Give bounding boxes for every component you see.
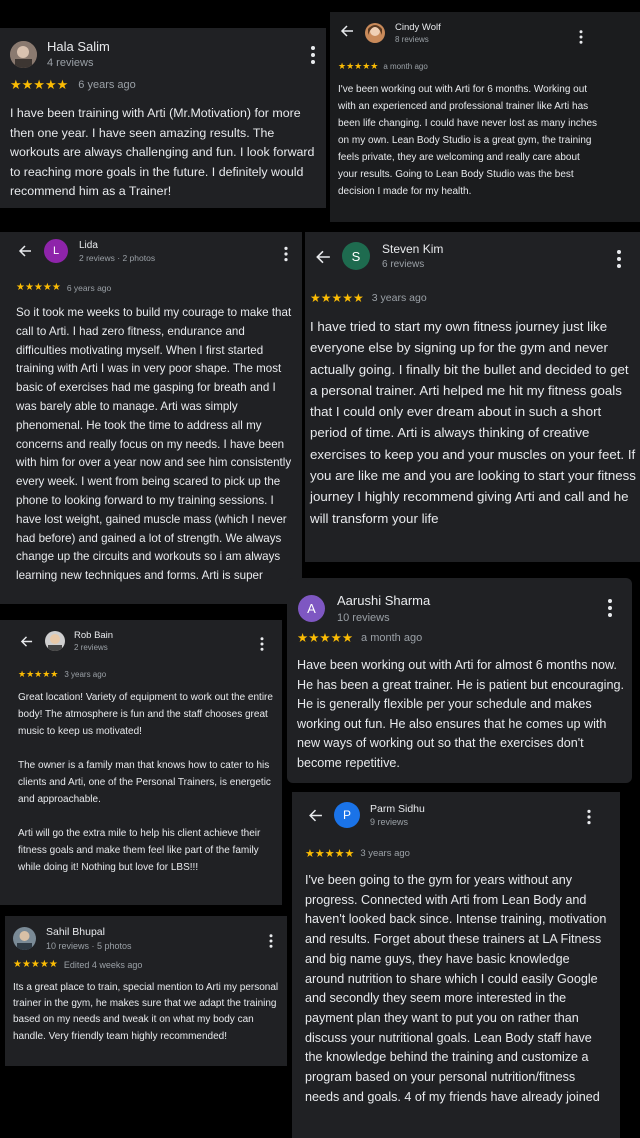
star-rating: ★★★★★ (338, 61, 379, 71)
review-text: I have been training with Arti (Mr.Motiv… (10, 106, 318, 198)
arrow-left-icon[interactable] (315, 249, 331, 270)
avatar (365, 23, 385, 43)
reviewer-meta: 4 reviews (47, 57, 94, 69)
more-vert-icon[interactable] (284, 246, 289, 262)
review-card-rob: Rob Bain 2 reviews ★★★★★ 3 years ago Gre… (0, 620, 282, 905)
reviewer-name[interactable]: Cindy Wolf (395, 22, 441, 33)
review-time: 3 years ago (64, 670, 107, 679)
reviewer-meta: 2 reviews · 2 photos (79, 252, 156, 263)
more-vert-icon[interactable] (260, 637, 265, 651)
avatar: S (342, 242, 370, 270)
review-time: a month ago (361, 631, 423, 644)
arrow-left-icon[interactable] (340, 24, 354, 43)
reviewer-name[interactable]: Lida (79, 240, 155, 251)
reviewer-name[interactable]: Rob Bain (74, 630, 113, 641)
review-card-sahil: Sahil Bhupal 10 reviews · 5 photos ★★★★★… (5, 916, 287, 1066)
review-time: 6 years ago (66, 282, 112, 293)
avatar (13, 927, 36, 950)
review-text: I have tried to start my own fitness jou… (310, 319, 640, 526)
more-vert-icon[interactable] (616, 250, 622, 268)
review-text: So it took me weeks to build my courage … (16, 306, 295, 583)
star-rating: ★★★★★ (18, 669, 59, 679)
avatar: L (44, 239, 68, 263)
review-text: I've been going to the gym for years wit… (305, 873, 610, 1104)
reviewer-name[interactable]: Parm Sidhu (370, 803, 425, 815)
avatar (45, 631, 65, 651)
reviewer-name[interactable]: Aarushi Sharma (337, 593, 430, 608)
reviewer-name[interactable]: Steven Kim (382, 242, 443, 256)
review-text: Have been working out with Arti for almo… (297, 658, 628, 770)
star-rating: ★★★★★ (13, 959, 58, 970)
review-text: I've been working out with Arti for 6 mo… (338, 84, 600, 197)
reviewer-name[interactable]: Sahil Bhupal (46, 926, 132, 938)
star-rating: ★★★★★ (16, 282, 61, 293)
arrow-left-icon[interactable] (18, 244, 32, 263)
reviewer-name[interactable]: Hala Salim (47, 39, 110, 54)
star-rating: ★★★★★ (310, 291, 364, 305)
review-card-parm: P Parm Sidhu 9 reviews ★★★★★ 3 years ago… (292, 792, 620, 1138)
review-time: 3 years ago (360, 848, 410, 859)
review-card-cindy: Cindy Wolf 8 reviews ★★★★★ a month ago I… (330, 12, 640, 222)
star-rating: ★★★★★ (305, 848, 355, 860)
review-text: Great location! Variety of equipment to … (18, 692, 273, 873)
avatar (10, 40, 37, 68)
reviewer-meta: 10 reviews (337, 612, 390, 624)
reviewer-meta: 2 reviews (74, 643, 108, 652)
review-time: Edited 4 weeks ago (63, 959, 143, 970)
review-text: Its a great place to train, special ment… (13, 982, 281, 1042)
star-rating: ★★★★★ (297, 631, 354, 645)
review-time: 3 years ago (371, 292, 427, 304)
avatar: A (298, 595, 325, 622)
review-time: 6 years ago (78, 79, 136, 91)
more-vert-icon[interactable] (587, 809, 592, 825)
more-vert-icon[interactable] (269, 934, 274, 948)
review-card-aarushi: A Aarushi Sharma 10 reviews ★★★★★ a mont… (287, 578, 632, 783)
more-vert-icon[interactable] (310, 46, 316, 64)
arrow-left-icon[interactable] (308, 808, 323, 828)
star-rating: ★★★★★ (10, 77, 69, 92)
reviewer-meta: 8 reviews (395, 35, 429, 44)
more-vert-icon[interactable] (579, 30, 584, 44)
review-card-steven: S Steven Kim 6 reviews ★★★★★ 3 years ago… (305, 232, 640, 562)
review-time: a month ago (383, 62, 428, 71)
reviewer-meta: 10 reviews · 5 photos (46, 941, 132, 951)
more-vert-icon[interactable] (607, 599, 613, 617)
avatar: P (334, 802, 360, 828)
reviewer-meta: 6 reviews (382, 259, 425, 270)
review-card-lida: L Lida 2 reviews · 2 photos ★★★★★ 6 year… (0, 232, 302, 604)
review-card-hala: Hala Salim 4 reviews ★★★★★ 6 years ago I… (0, 28, 326, 208)
arrow-left-icon[interactable] (20, 635, 33, 653)
reviewer-meta: 9 reviews (370, 817, 409, 827)
